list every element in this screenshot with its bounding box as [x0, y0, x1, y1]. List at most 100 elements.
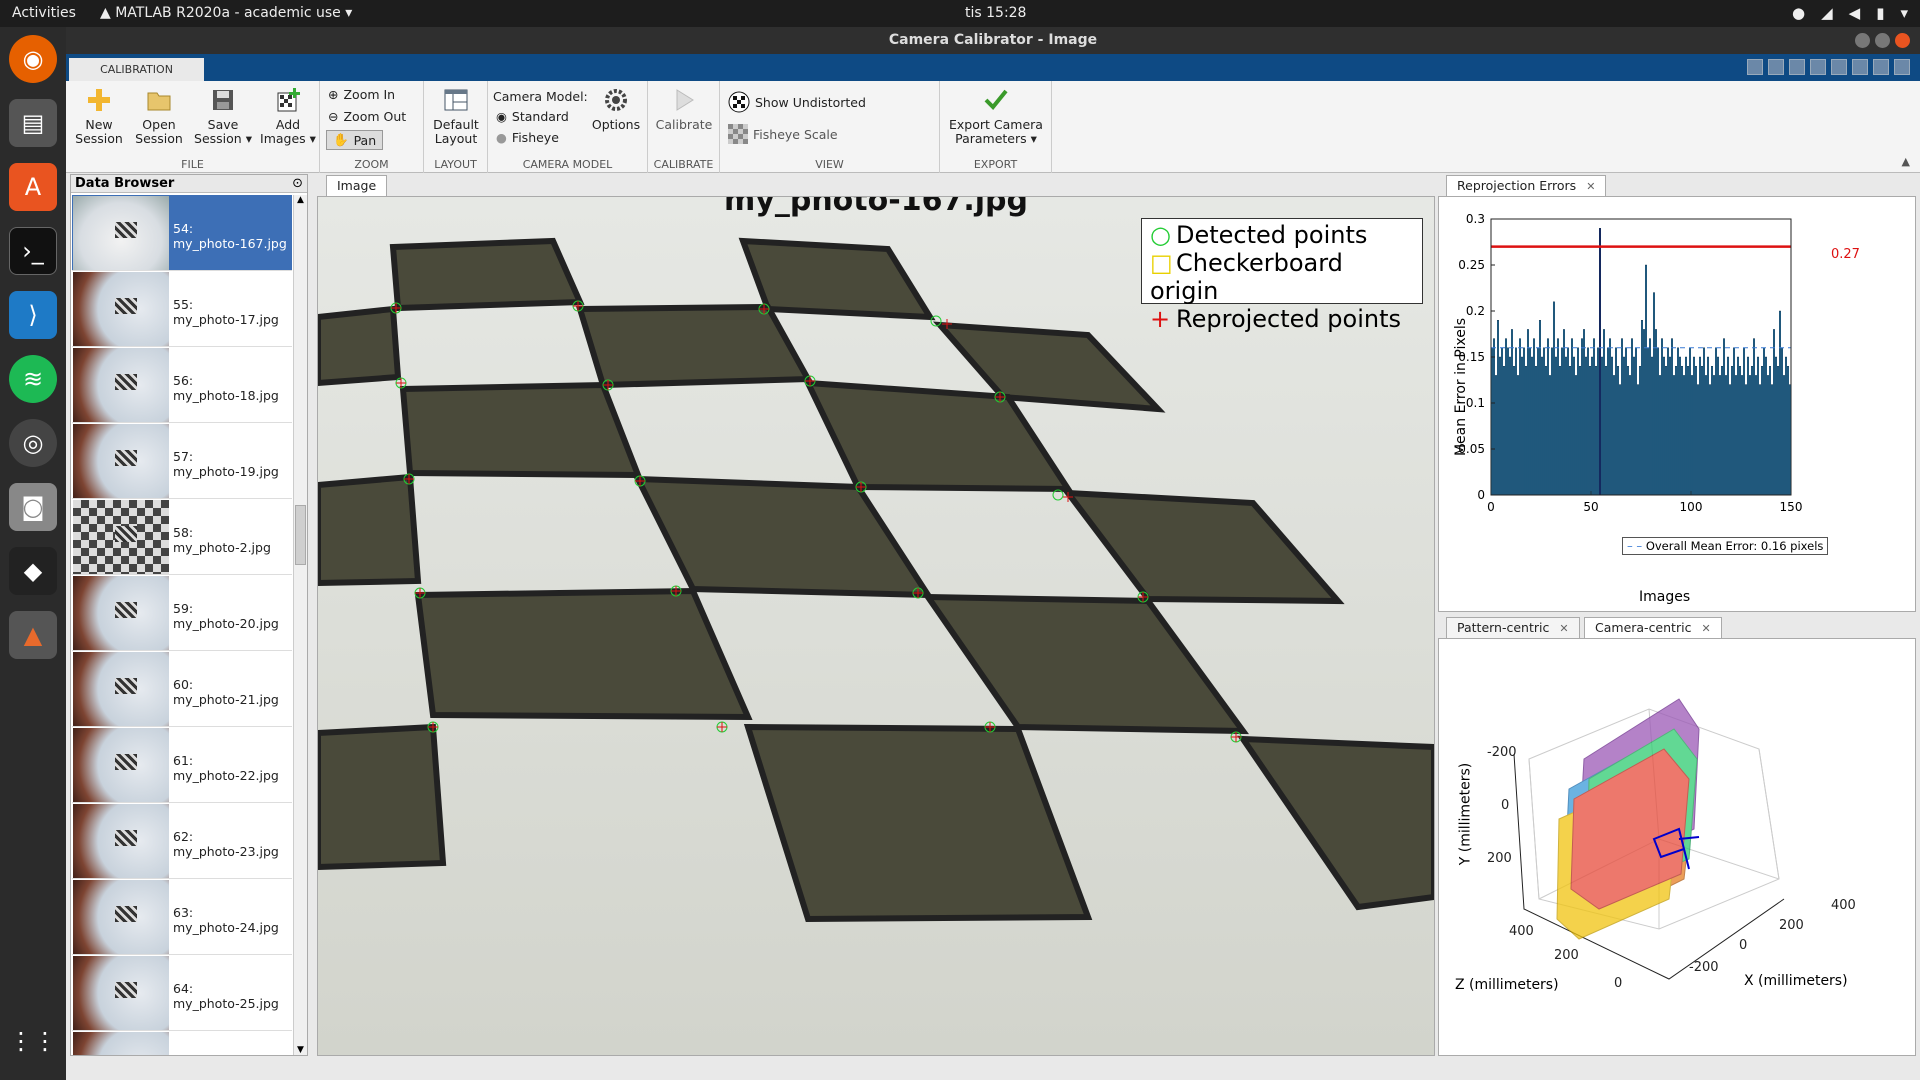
bar[interactable] [1594, 365, 1597, 496]
terminal-icon[interactable]: ›_ [9, 227, 57, 275]
bar[interactable] [1654, 329, 1657, 496]
bar[interactable] [1528, 347, 1531, 496]
bar[interactable] [1670, 338, 1673, 496]
bar[interactable] [1618, 384, 1621, 496]
bar[interactable] [1501, 347, 1504, 496]
bar[interactable] [1713, 375, 1716, 496]
bar[interactable] [1761, 365, 1764, 496]
bar[interactable] [1634, 347, 1637, 496]
bar[interactable] [1735, 375, 1738, 496]
bar[interactable] [1556, 338, 1559, 496]
zoom-in-button[interactable]: ⊕ Zoom In [328, 87, 395, 102]
bar[interactable] [1636, 384, 1639, 496]
bar[interactable] [1711, 365, 1714, 496]
bar[interactable] [1622, 356, 1625, 496]
bar[interactable] [1767, 375, 1770, 496]
bar[interactable] [1773, 329, 1776, 496]
bar[interactable] [1499, 356, 1502, 496]
files-icon[interactable]: ▤ [9, 99, 57, 147]
bar[interactable] [1769, 365, 1772, 496]
qa-redo-icon[interactable] [1852, 59, 1868, 75]
bar[interactable] [1522, 347, 1525, 496]
panel-menu-icon[interactable]: ⊙ [292, 175, 303, 193]
bar[interactable] [1626, 365, 1629, 496]
bar[interactable] [1608, 338, 1611, 496]
bar[interactable] [1526, 329, 1529, 496]
fisheye-radio[interactable]: ● Fisheye [496, 130, 559, 145]
bar[interactable] [1695, 365, 1698, 496]
tab-image[interactable]: Image [326, 175, 388, 196]
clock[interactable]: tis 15:28 [965, 5, 1026, 21]
bar[interactable] [1783, 375, 1786, 496]
list-item[interactable]: 64: my_photo-25.jpg [72, 955, 292, 1031]
bar[interactable] [1520, 356, 1523, 496]
scroll-down-icon[interactable]: ▼ [294, 1045, 307, 1055]
bar[interactable] [1648, 338, 1651, 496]
bar[interactable] [1504, 338, 1507, 496]
bar[interactable] [1785, 356, 1788, 496]
bar[interactable] [1652, 292, 1655, 496]
bar[interactable] [1682, 375, 1685, 496]
add-images-button[interactable]: Add Images ▾ [258, 87, 318, 146]
fisheye-scale-button[interactable]: Fisheye Scale [728, 124, 838, 144]
minimize-icon[interactable] [1855, 33, 1870, 48]
bar[interactable] [1765, 356, 1768, 496]
bar[interactable] [1733, 347, 1736, 496]
bar[interactable] [1638, 365, 1641, 496]
list-item[interactable]: 62: my_photo-23.jpg [72, 803, 292, 879]
maximize-icon[interactable] [1875, 33, 1890, 48]
tab-reprojection-errors[interactable]: Reprojection Errors ✕ [1446, 175, 1607, 196]
bar[interactable] [1554, 356, 1557, 496]
bar[interactable] [1576, 347, 1579, 496]
bar[interactable] [1779, 310, 1782, 496]
bar[interactable] [1630, 338, 1633, 496]
camera-icon[interactable]: ◙ [9, 483, 57, 531]
webcam-icon[interactable]: ◎ [9, 419, 57, 467]
wifi-icon[interactable]: ◢ [1821, 4, 1833, 22]
bar[interactable] [1524, 365, 1527, 496]
bar[interactable] [1642, 329, 1645, 496]
qa-help-icon[interactable] [1894, 59, 1910, 75]
bar[interactable] [1688, 347, 1691, 496]
bar[interactable] [1715, 347, 1718, 496]
spotify-icon[interactable]: ≋ [9, 355, 57, 403]
bar[interactable] [1749, 375, 1752, 496]
bar[interactable] [1703, 347, 1706, 496]
activities-button[interactable]: Activities [12, 5, 76, 21]
bar[interactable] [1705, 375, 1708, 496]
bar[interactable] [1550, 347, 1553, 496]
bar[interactable] [1777, 365, 1780, 496]
bar[interactable] [1586, 347, 1589, 496]
bar[interactable] [1763, 347, 1766, 496]
bar[interactable] [1640, 319, 1643, 496]
bar[interactable] [1604, 365, 1607, 496]
bar[interactable] [1650, 356, 1653, 496]
qa-paste-icon[interactable] [1810, 59, 1826, 75]
bar[interactable] [1548, 375, 1551, 496]
collapse-ribbon-icon[interactable]: ▲ [1902, 155, 1910, 168]
browser-scrollbar[interactable]: ▲ ▼ [293, 195, 307, 1055]
bar[interactable] [1719, 375, 1722, 496]
bar[interactable] [1747, 356, 1750, 496]
list-item[interactable]: 61: my_photo-22.jpg [72, 727, 292, 803]
bar[interactable] [1502, 365, 1505, 496]
bar[interactable] [1737, 356, 1740, 496]
bar[interactable] [1745, 384, 1748, 496]
bar[interactable] [1570, 338, 1573, 496]
zoom-out-button[interactable]: ⊖ Zoom Out [328, 109, 406, 124]
bar[interactable] [1699, 356, 1702, 496]
bar[interactable] [1676, 347, 1679, 496]
show-undistorted-button[interactable]: Show Undistorted [728, 91, 866, 113]
tab-pattern-centric[interactable]: Pattern-centric ✕ [1446, 617, 1580, 638]
bar[interactable] [1542, 347, 1545, 496]
bar[interactable] [1656, 347, 1659, 496]
bar[interactable] [1614, 347, 1617, 496]
matlab-icon[interactable]: ▲ [9, 611, 57, 659]
save-session-button[interactable]: Save Session ▾ [192, 87, 254, 146]
bar[interactable] [1739, 365, 1742, 496]
bar[interactable] [1709, 384, 1712, 496]
bar[interactable] [1680, 365, 1683, 496]
bar[interactable] [1606, 347, 1609, 496]
bar[interactable] [1566, 347, 1569, 496]
bar[interactable] [1562, 329, 1565, 496]
